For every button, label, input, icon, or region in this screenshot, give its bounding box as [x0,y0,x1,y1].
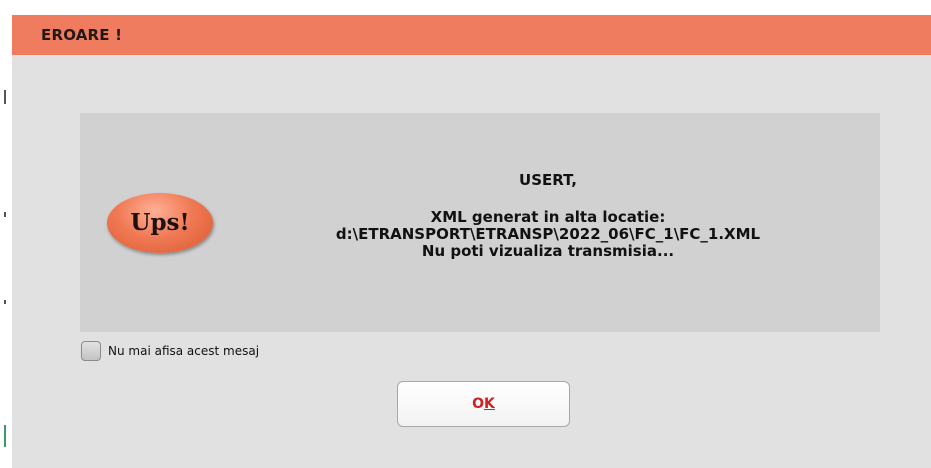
ups-badge-icon: Ups! [107,193,213,253]
edge-tick [4,90,6,104]
edge-tick [4,212,6,217]
message-line-1: XML generat in alta locatie: [430,208,666,226]
message-panel: Ups! USERT, XML generat in alta locatie:… [80,113,880,332]
error-dialog: EROARE ! Ups! USERT, XML generat in alta… [12,15,931,468]
edge-tick [4,300,6,304]
background-window-edge [0,0,10,468]
message-greeting: USERT, [519,171,577,189]
message-line-3: Nu poti vizualiza transmisia... [421,242,675,260]
dialog-title: EROARE ! [41,26,123,44]
ok-button-label: O [472,396,485,412]
dont-show-again-label[interactable]: Nu mai afisa acest mesaj [108,344,259,358]
edge-tick [4,425,6,447]
ok-button-mnemonic: K [484,396,495,412]
ups-badge-text: Ups! [130,209,190,236]
message-file-path: d:\ETRANSPORT\ETRANSP\2022_06\FC_1\FC_1.… [335,225,761,243]
dont-show-again-checkbox[interactable] [81,341,101,361]
ok-button[interactable]: OK [397,381,570,427]
dialog-title-bar[interactable]: EROARE ! [12,15,931,55]
